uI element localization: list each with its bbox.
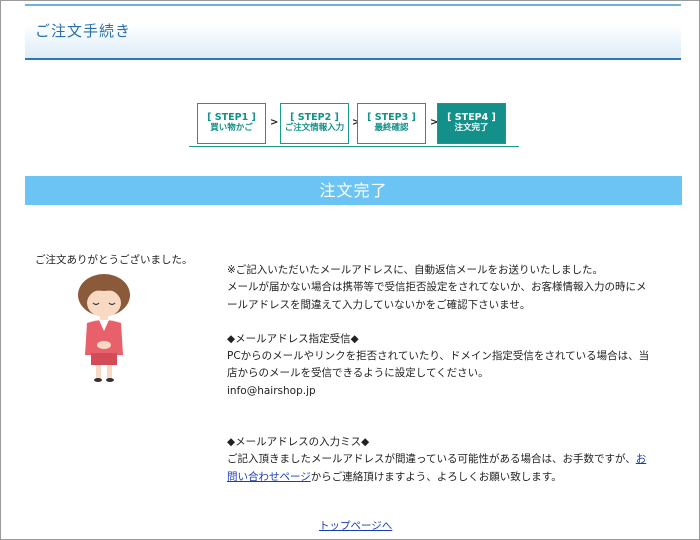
notice-not-received: メールが届かない場合は携帯等で受信拒否設定をされてないか、お客様情報入力の時にメ… [227,281,647,311]
section-banner: 注文完了 [25,176,682,205]
order-steps: [ STEP1 ] 買い物かご > [ STEP2 ] ご注文情報入力 > [ … [189,103,519,147]
shop-email: info@hairshop.jp [227,384,316,397]
notice-email-typo-text: ご記入頂きましたメールアドレスが間違っている可能性がある場合は、お手数ですが、 [227,453,636,466]
thanks-message: ご注文ありがとうございました。 [35,254,193,266]
step-2-order-info: [ STEP2 ] ご注文情報入力 [280,103,349,144]
step-4-number: [ STEP4 ] [447,112,496,123]
heading-domain-filter: ◆メールアドレス指定受信◆ [227,332,359,345]
step-1-number: [ STEP1 ] [207,112,256,123]
step-3-confirm: [ STEP3 ] 最終確認 [357,103,426,144]
page-frame: ご注文手続き [ STEP1 ] 買い物かご > [ STEP2 ] ご注文情報… [0,0,700,540]
step-1-cart: [ STEP1 ] 買い物かご [197,103,266,144]
notice-email-typo-text-end: からご連絡頂けますよう、よろしくお願い致します。 [310,470,562,483]
step-2-number: [ STEP2 ] [290,112,339,123]
notice-auto-reply: ※ご記入いただいたメールアドレスに、自動返信メールをお送りいたしました。 [227,264,603,276]
step-4-label: 注文完了 [454,123,489,133]
page-header: ご注文手続き [25,4,681,60]
step-4-complete: [ STEP4 ] 注文完了 [437,103,506,144]
notice-email-typo: ご記入頂きましたメールアドレスが間違っている可能性がある場合は、お手数ですが、お… [227,451,652,486]
step-1-label: 買い物かご [210,123,253,133]
heading-email-typo: ◆メールアドレスの入力ミス◆ [227,436,370,449]
page-title: ご注文手続き [35,22,132,40]
top-page-link[interactable]: トップページへ [319,518,392,533]
step-3-number: [ STEP3 ] [367,112,416,123]
step-3-label: 最終確認 [374,123,409,133]
notice-domain-filter: PCからのメールやリンクを拒否されていたり、ドメイン指定受信をされている場合は、… [227,350,650,380]
step-2-label: ご注文情報入力 [284,123,345,133]
step-arrow: > [270,117,279,128]
completion-notice: ※ご記入いただいたメールアドレスに、自動返信メールをお送りいたしました。 メール… [227,262,652,486]
bowing-girl-illustration [78,274,130,382]
